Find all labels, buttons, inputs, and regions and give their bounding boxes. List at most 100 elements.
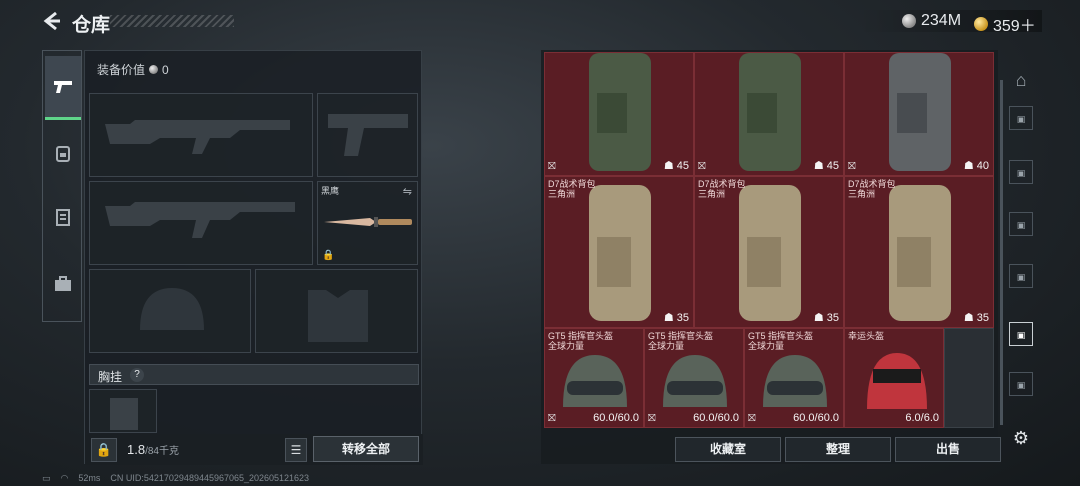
rifle-silhouette-icon — [105, 120, 290, 154]
briefcase-icon — [55, 276, 71, 291]
weight-current: 1.8 — [127, 442, 146, 457]
durability: 60.0/60.0 — [793, 412, 839, 424]
storage-rail: ⌂ ▣ ▣ ▣ ▣ ▣ ▣ ⚙ — [1004, 50, 1038, 464]
silver-coin-icon — [902, 14, 916, 28]
flag-icon: ⛝ — [848, 161, 856, 172]
flag-icon: ⛝ — [698, 161, 706, 172]
grid-item-backpack-2[interactable]: ⛝ ☗ 45 — [694, 52, 844, 176]
backpack-image — [739, 185, 801, 321]
equip-value: 装备价值 0 — [97, 61, 169, 78]
rail-case[interactable] — [45, 266, 81, 302]
secondary-weapon-slot[interactable] — [89, 181, 313, 265]
rail-home[interactable]: ⌂ — [1009, 68, 1033, 92]
grid-item-helmet-2[interactable]: GT5 指挥官头盔 全球力量 ⛝ 60.0/60.0 — [644, 328, 744, 428]
rail-page-2[interactable]: ▣ — [1009, 160, 1033, 184]
grid-item-helmet-1[interactable]: GT5 指挥官头盔 全球力量 ⛝ 60.0/60.0 — [544, 328, 644, 428]
transfer-all-button[interactable]: 转移全部 — [313, 436, 419, 462]
rail-page-3[interactable]: ▣ — [1009, 212, 1033, 236]
grid-item-d7-2[interactable]: D7战术背包 三角洲 ☗ 35 — [694, 176, 844, 328]
item-count: ☗ 35 — [663, 312, 689, 324]
list-view-button[interactable]: ☰ — [285, 438, 307, 462]
item-count: ☗ 45 — [663, 160, 689, 172]
grid-item-backpack-1[interactable]: ⛝ ☗ 45 — [544, 52, 694, 176]
item-count: ☗ 40 — [963, 160, 989, 172]
gold-coin-icon — [974, 17, 988, 31]
clipboard-icon — [56, 209, 70, 226]
item-name: GT5 指挥官头盔 全球力量 — [748, 331, 814, 351]
gold-currency[interactable]: 359＋ — [974, 12, 1036, 36]
grid-item-backpack-3[interactable]: ⛝ ☗ 40 — [844, 52, 994, 176]
storage-panel: ⛝ ☗ 45 ⛝ ☗ 45 ⛝ ☗ 40 D7战术背包 三角洲 ☗ 35 D7战术… — [541, 50, 1001, 464]
back-arrow-icon — [43, 11, 60, 31]
backpack-image — [589, 53, 651, 171]
back-button[interactable] — [40, 9, 64, 33]
lock-button[interactable]: 🔒 — [91, 438, 117, 462]
flag-icon: ⛝ — [548, 413, 556, 424]
grid-item-d7-3[interactable]: D7战术背包 三角洲 ☗ 35 — [844, 176, 994, 328]
pistol-slot[interactable] — [317, 93, 418, 177]
category-rail — [42, 50, 82, 322]
backpack-image — [889, 53, 951, 171]
lock-icon: 🔒 — [322, 250, 335, 261]
equipment-panel: 装备价值 0 黑鹰 ⇋ 🔒 胸挂 ? 🔒 1.8/84千克 ☰ 转移全部 — [84, 50, 423, 465]
settings-button[interactable]: ⚙ — [1009, 426, 1033, 450]
grid-item-lucky-helmet[interactable]: 幸运头盔 6.0/6.0 — [844, 328, 944, 428]
help-icon[interactable]: ? — [130, 368, 144, 382]
rail-page-1[interactable]: ▣ — [1009, 106, 1033, 130]
flag-icon: ⛝ — [648, 413, 656, 424]
grid-item-d7-1[interactable]: D7战术背包 三角洲 ☗ 35 — [544, 176, 694, 328]
item-count: ☗ 45 — [813, 160, 839, 172]
item-name: 幸运头盔 — [848, 331, 885, 341]
empty-grid-cell[interactable] — [944, 328, 994, 428]
sell-button[interactable]: 出售 — [895, 437, 1001, 462]
pistol-silhouette-icon — [328, 114, 408, 156]
item-count: ☗ 35 — [963, 312, 989, 324]
battery-icon: ▭ — [42, 473, 51, 483]
durability: 6.0/6.0 — [905, 412, 939, 424]
storage-scrollbar[interactable] — [1000, 80, 1003, 425]
lock-icon: 🔒 — [95, 442, 113, 457]
flag-icon: ⛝ — [548, 161, 556, 172]
box-icon: ▣ — [1016, 330, 1026, 340]
flag-icon: ⛝ — [748, 413, 756, 424]
rail-backpack[interactable] — [45, 135, 81, 171]
rail-vest[interactable] — [45, 199, 81, 235]
collection-room-button[interactable]: 收藏室 — [675, 437, 781, 462]
value-coin-icon — [149, 65, 159, 74]
home-icon: ⌂ — [1015, 70, 1027, 90]
equip-value-label: 装备价值 — [97, 63, 146, 77]
status-bar: ▭ ◠ 52ms CN UID:54217029489445967065_202… — [42, 473, 309, 484]
melee-slot[interactable]: 黑鹰 ⇋ 🔒 — [317, 181, 418, 265]
item-name: D7战术背包 三角洲 — [698, 179, 746, 199]
rail-weapons[interactable] — [45, 56, 81, 120]
rig-silhouette-icon — [110, 398, 138, 430]
rail-page-6[interactable]: ▣ — [1009, 372, 1033, 396]
equip-value-amount: 0 — [162, 62, 169, 77]
item-count: ☗ 35 — [813, 312, 839, 324]
weight-readout: 1.8/84千克 — [127, 442, 179, 457]
backpack-image — [739, 53, 801, 171]
item-name: D7战术背包 三角洲 — [848, 179, 896, 199]
gold-amount: 359＋ — [993, 18, 1036, 35]
chest-rig-slot[interactable] — [89, 389, 157, 433]
rail-page-4[interactable]: ▣ — [1009, 264, 1033, 288]
item-name: D7战术背包 三角洲 — [548, 179, 596, 199]
armor-slot[interactable] — [255, 269, 418, 353]
helmet-slot[interactable] — [89, 269, 251, 353]
helmet-silhouette-icon — [140, 288, 204, 330]
durability: 60.0/60.0 — [693, 412, 739, 424]
box-icon: ▣ — [1016, 168, 1026, 178]
chest-rig-header: 胸挂 ? — [89, 364, 419, 385]
item-name: GT5 指挥官头盔 全球力量 — [648, 331, 714, 351]
grid-item-helmet-3[interactable]: GT5 指挥官头盔 全球力量 ⛝ 60.0/60.0 — [744, 328, 844, 428]
bag-icon — [56, 146, 70, 162]
backpack-image — [589, 185, 651, 321]
page-title: 仓库 — [72, 15, 111, 36]
box-icon: ▣ — [1016, 272, 1026, 282]
backpack-image — [889, 185, 951, 321]
rail-page-5[interactable]: ▣ — [1009, 322, 1033, 346]
primary-weapon-slot[interactable] — [89, 93, 313, 177]
wifi-icon: ◠ — [60, 473, 69, 483]
organize-button[interactable]: 整理 — [785, 437, 891, 462]
uid: CN UID:54217029489445967065_202605121623 — [110, 473, 310, 483]
